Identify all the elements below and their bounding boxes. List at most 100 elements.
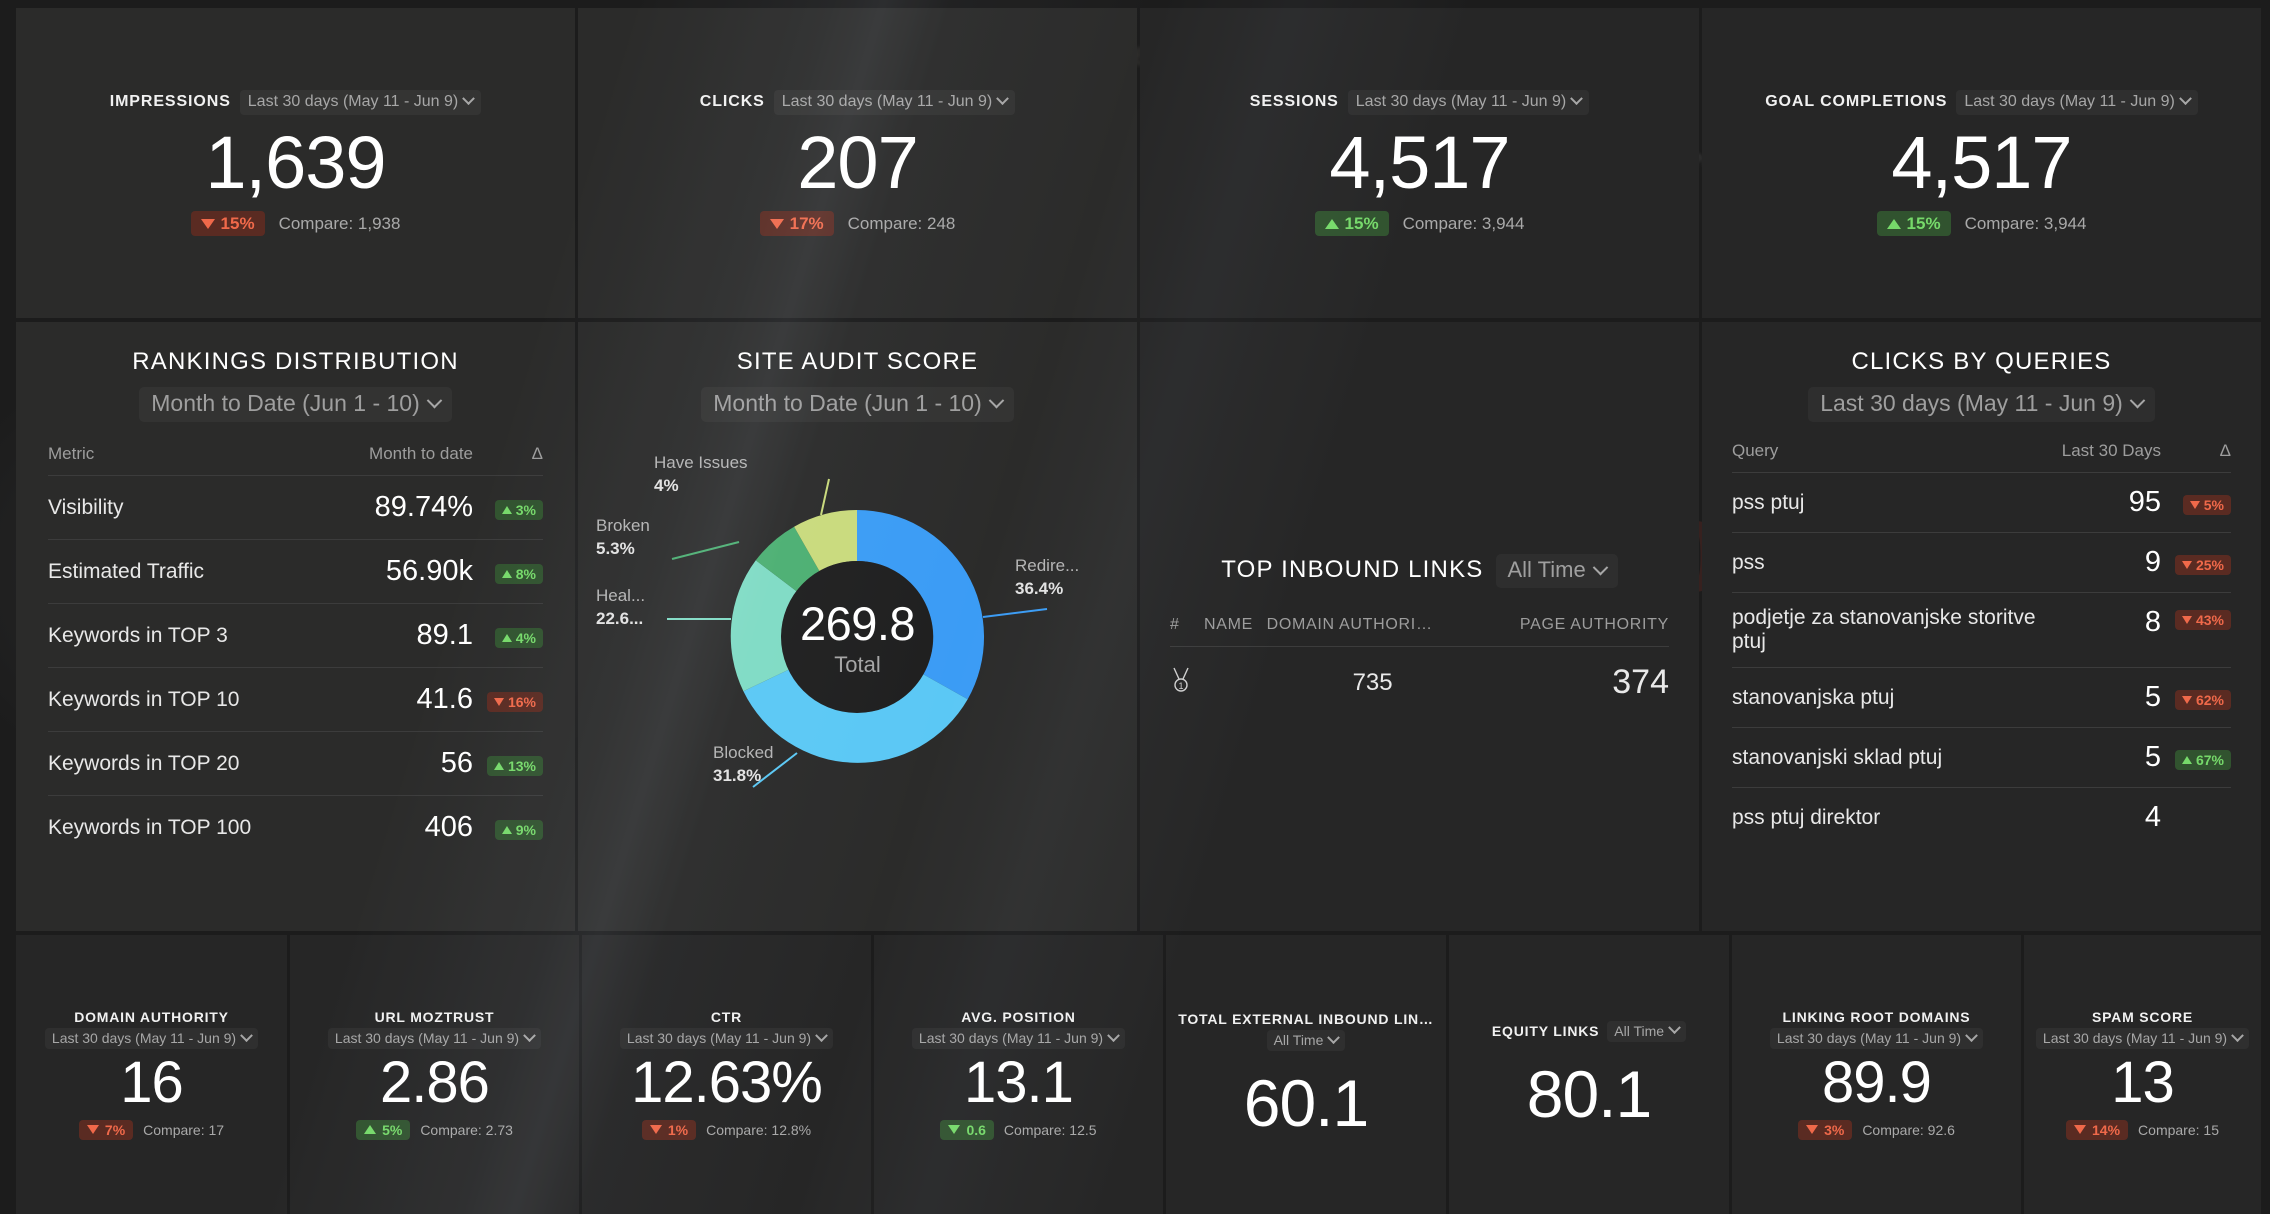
segment-value: 22.6... bbox=[596, 608, 644, 628]
metric-name: Keywords in TOP 10 bbox=[48, 667, 330, 732]
table-row[interactable]: Keywords in TOP 10 41.6 16% bbox=[48, 667, 543, 732]
date-range-selector[interactable]: Last 30 days (May 11 - Jun 9) bbox=[44, 1028, 259, 1050]
kpi-footer: 15% Compare: 3,944 bbox=[1314, 211, 1524, 237]
date-range-label: Last 30 days (May 11 - Jun 9) bbox=[1820, 390, 2123, 416]
kpi-title: AVG. POSITION bbox=[961, 1009, 1076, 1026]
date-range-selector[interactable]: Last 30 days (May 11 - Jun 9) bbox=[619, 1028, 834, 1050]
site-audit-score-panel: SITE AUDIT SCORE Month to Date (Jun 1 - … bbox=[578, 322, 1137, 931]
kpi-card-sessions[interactable]: SESSIONS Last 30 days (May 11 - Jun 9) 4… bbox=[1140, 8, 1699, 318]
triangle-up-icon bbox=[493, 761, 504, 770]
metric-name: Keywords in TOP 3 bbox=[48, 603, 330, 668]
date-range-selector[interactable]: Last 30 days (May 11 - Jun 9) bbox=[1956, 89, 2198, 115]
table-row[interactable]: pss 9 25% bbox=[1732, 532, 2231, 593]
date-range-selector[interactable]: Last 30 days (May 11 - Jun 9) bbox=[1769, 1028, 1984, 1050]
compare-text: Compare: 17 bbox=[143, 1121, 225, 1138]
date-range-selector[interactable]: Last 30 days (May 11 - Jun 9) bbox=[239, 89, 482, 115]
date-range-selector[interactable]: All Time bbox=[1266, 1030, 1346, 1052]
kpi-card-domain-authority[interactable]: DOMAIN AUTHORITY Last 30 days (May 11 - … bbox=[16, 935, 287, 1214]
kpi-value: 4,517 bbox=[1329, 120, 1510, 204]
kpi-card-goal-completions[interactable]: GOAL COMPLETIONS Last 30 days (May 11 - … bbox=[1702, 8, 2261, 318]
date-range-selector[interactable]: Last 30 days (May 11 - Jun 9) bbox=[1808, 387, 2155, 422]
date-range-selector[interactable]: Last 30 days (May 11 - Jun 9) bbox=[2035, 1028, 2250, 1050]
kpi-header: EQUITY LINKS All Time bbox=[1492, 1020, 1687, 1042]
compare-text: Compare: 92.6 bbox=[1862, 1121, 1955, 1138]
chevron-down-icon bbox=[240, 1029, 253, 1042]
table-row[interactable]: stanovanjska ptuj 5 62% bbox=[1732, 667, 2231, 728]
kpi-card-impressions[interactable]: IMPRESSIONS Last 30 days (May 11 - Jun 9… bbox=[16, 8, 575, 318]
metric-name: Keywords in TOP 20 bbox=[48, 731, 330, 796]
table-row[interactable]: pss ptuj 95 5% bbox=[1732, 472, 2231, 533]
delta-value: 5% bbox=[2203, 496, 2224, 513]
date-range-label: Last 30 days (May 11 - Jun 9) bbox=[918, 1030, 1104, 1047]
triangle-up-icon bbox=[501, 569, 512, 578]
table-row[interactable]: Estimated Traffic 56.90k 8% bbox=[48, 539, 543, 604]
date-range-label: Last 30 days (May 11 - Jun 9) bbox=[334, 1030, 520, 1047]
delta-badge: 17% bbox=[759, 211, 834, 237]
date-range-selector[interactable]: Last 30 days (May 11 - Jun 9) bbox=[1347, 89, 1590, 115]
kpi-card-clicks[interactable]: CLICKS Last 30 days (May 11 - Jun 9) 207… bbox=[578, 8, 1137, 318]
kpi-value: 80.1 bbox=[1526, 1056, 1652, 1131]
metric-delta: 4% bbox=[473, 603, 543, 668]
table-row[interactable]: Keywords in TOP 3 89.1 4% bbox=[48, 603, 543, 668]
delta-value: 8% bbox=[515, 565, 536, 582]
donut-label-blocked: Blocked 31.8% bbox=[713, 742, 773, 788]
kpi-card-total-external-inbound-links[interactable]: TOTAL EXTERNAL INBOUND LIN… All Time 60.… bbox=[1166, 935, 1446, 1214]
inbound-links-table: # NAME DOMAIN AUTHORI… PAGE AUTHORITY 1 bbox=[1170, 616, 1669, 718]
query-text: pss ptuj bbox=[1732, 472, 2041, 533]
kpi-card-ctr[interactable]: CTR Last 30 days (May 11 - Jun 9) 12.63%… bbox=[582, 935, 871, 1214]
date-range-selector[interactable]: Last 30 days (May 11 - Jun 9) bbox=[911, 1028, 1126, 1050]
metric-name: Keywords in TOP 100 bbox=[48, 795, 330, 859]
chevron-down-icon bbox=[1592, 559, 1609, 575]
query-value: 8 bbox=[2041, 592, 2161, 668]
column-header-delta[interactable]: Δ bbox=[473, 444, 543, 476]
delta-value: 67% bbox=[2195, 751, 2224, 768]
kpi-card-linking-root-domains[interactable]: LINKING ROOT DOMAINS Last 30 days (May 1… bbox=[1732, 935, 2021, 1214]
query-text: pss ptuj direktor bbox=[1732, 787, 2041, 848]
segment-value: 36.4% bbox=[1015, 578, 1064, 598]
delta-value: 1% bbox=[667, 1121, 689, 1138]
column-header-delta[interactable]: Δ bbox=[2161, 440, 2231, 473]
segment-name: Blocked bbox=[713, 743, 774, 762]
delta-badge: 15% bbox=[1314, 211, 1389, 237]
column-header-domain-authority: DOMAIN AUTHORI… bbox=[1266, 616, 1433, 633]
triangle-down-icon bbox=[2189, 500, 2200, 509]
date-range-selector[interactable]: All Time bbox=[1495, 554, 1618, 588]
date-range-selector[interactable]: Month to Date (Jun 1 - 10) bbox=[701, 387, 1014, 422]
metric-value: 406 bbox=[329, 795, 473, 859]
rankings-distribution-panel: RANKINGS DISTRIBUTION Month to Date (Jun… bbox=[16, 322, 575, 931]
triangle-down-icon bbox=[1806, 1125, 1819, 1135]
donut-hole bbox=[781, 561, 933, 713]
table-row[interactable]: stanovanjski sklad ptuj 5 67% bbox=[1732, 727, 2231, 788]
triangle-down-icon bbox=[769, 218, 784, 229]
date-range-selector[interactable]: Last 30 days (May 11 - Jun 9) bbox=[773, 89, 1016, 115]
panel-header: CLICKS BY QUERIES Last 30 days (May 11 -… bbox=[1702, 322, 2261, 422]
inbound-table-wrap: # NAME DOMAIN AUTHORI… PAGE AUTHORITY 1 bbox=[1140, 588, 1699, 718]
kpi-card-avg-position[interactable]: AVG. POSITION Last 30 days (May 11 - Jun… bbox=[874, 935, 1163, 1214]
table-row[interactable]: Keywords in TOP 100 406 9% bbox=[48, 795, 543, 859]
kpi-card-url-moztrust[interactable]: URL MOZTRUST Last 30 days (May 11 - Jun … bbox=[290, 935, 579, 1214]
kpi-title: CTR bbox=[710, 1009, 743, 1026]
date-range-selector[interactable]: Month to Date (Jun 1 - 10) bbox=[139, 387, 452, 422]
table-row[interactable]: podjetje za stanovanjske storitve ptuj 8… bbox=[1732, 592, 2231, 668]
chevron-down-icon bbox=[2178, 92, 2192, 106]
kpi-title: IMPRESSIONS bbox=[109, 92, 231, 110]
rank-medal-icon: 1 bbox=[1170, 646, 1204, 718]
triangle-down-icon bbox=[2074, 1125, 2087, 1135]
table-row[interactable]: Visibility 89.74% 3% bbox=[48, 475, 543, 540]
date-range-selector[interactable]: Last 30 days (May 11 - Jun 9) bbox=[327, 1028, 542, 1050]
date-range-selector[interactable]: All Time bbox=[1607, 1020, 1687, 1042]
panel-header: RANKINGS DISTRIBUTION Month to Date (Jun… bbox=[16, 322, 575, 422]
table-row[interactable]: 1 735 374 bbox=[1170, 646, 1669, 718]
kpi-title: SPAM SCORE bbox=[2091, 1009, 2194, 1026]
date-range-label: Last 30 days (May 11 - Jun 9) bbox=[781, 92, 993, 110]
date-range-label: All Time bbox=[1507, 557, 1586, 582]
metric-delta: 8% bbox=[473, 539, 543, 604]
column-header-rank: # bbox=[1170, 616, 1180, 633]
table-row[interactable]: pss ptuj direktor 4 bbox=[1732, 787, 2231, 848]
delta-badge: 5% bbox=[2182, 494, 2231, 515]
kpi-value: 2.86 bbox=[380, 1050, 490, 1116]
table-row[interactable]: Keywords in TOP 20 56 13% bbox=[48, 731, 543, 796]
kpi-card-spam-score[interactable]: SPAM SCORE Last 30 days (May 11 - Jun 9)… bbox=[2024, 935, 2261, 1214]
kpi-footer: 1% Compare: 12.8% bbox=[641, 1119, 811, 1140]
kpi-card-equity-links[interactable]: EQUITY LINKS All Time 80.1 bbox=[1449, 935, 1729, 1214]
